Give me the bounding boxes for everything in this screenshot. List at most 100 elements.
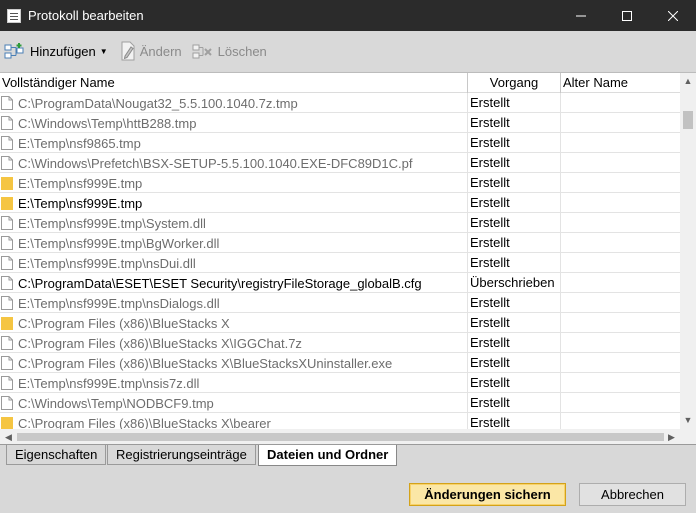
cell-full-name: C:\Windows\Prefetch\BSX-SETUP-5.5.100.10… <box>0 153 468 173</box>
vertical-scrollbar[interactable]: ▲ ▼ <box>680 73 696 429</box>
file-icon <box>1 156 13 170</box>
minimize-icon <box>576 15 586 16</box>
maximize-button[interactable] <box>604 0 650 31</box>
cell-old-name <box>561 293 680 313</box>
cell-old-name <box>561 273 680 293</box>
table-row[interactable]: E:\Temp\nsf999E.tmp Erstellt <box>0 193 680 213</box>
maximize-icon <box>622 10 632 21</box>
file-icon <box>1 376 13 390</box>
close-icon <box>668 10 678 21</box>
cell-operation: Erstellt <box>468 93 561 113</box>
cell-operation: Erstellt <box>468 373 561 393</box>
full-name-text: C:\Windows\Prefetch\BSX-SETUP-5.5.100.10… <box>18 155 413 171</box>
tab-properties[interactable]: Eigenschaften <box>6 445 107 465</box>
column-header-full-name[interactable]: Vollständiger Name <box>0 73 468 93</box>
edit-button[interactable]: Ändern <box>116 38 186 64</box>
table-row[interactable]: C:\Windows\Temp\NODBCF9.tmp Erstellt <box>0 393 680 413</box>
cell-operation: Erstellt <box>468 413 561 429</box>
full-name-text: E:\Temp\nsf999E.tmp <box>18 175 143 191</box>
horizontal-scrollbar[interactable]: ◀ ▶ <box>0 429 680 445</box>
cell-operation: Erstellt <box>468 233 561 253</box>
file-icon <box>1 356 13 370</box>
cell-operation: Erstellt <box>468 213 561 233</box>
minimize-button[interactable] <box>558 0 604 31</box>
table-row[interactable]: E:\Temp\nsf999E.tmp\nsDialogs.dll Erstell… <box>0 293 680 313</box>
cell-full-name: E:\Temp\nsf999E.tmp\nsis7z.dll <box>0 373 468 393</box>
horizontal-scroll-thumb[interactable] <box>17 433 664 441</box>
delete-entry-icon <box>192 44 212 59</box>
cell-old-name <box>561 213 680 233</box>
full-name-text: C:\Program Files (x86)\BlueStacks X\bear… <box>18 415 271 430</box>
cell-operation: Erstellt <box>468 133 561 153</box>
cell-old-name <box>561 373 680 393</box>
file-list[interactable]: Vollständiger Name Vorgang Alter Name C:… <box>0 72 696 445</box>
title-bar: Protokoll bearbeiten <box>0 0 696 31</box>
scroll-right-icon[interactable]: ▶ <box>663 429 680 445</box>
cell-old-name <box>561 253 680 273</box>
cell-old-name <box>561 413 680 429</box>
table-row[interactable]: C:\Windows\Temp\httB288.tmp Erstellt <box>0 113 680 133</box>
table-row[interactable]: C:\Program Files (x86)\BlueStacks X\IGGC… <box>0 333 680 353</box>
table-row[interactable]: E:\Temp\nsf999E.tmp\nsDui.dll Erstellt <box>0 253 680 273</box>
file-icon <box>1 296 13 310</box>
file-icon <box>1 336 13 350</box>
table-row[interactable]: E:\Temp\nsf9865.tmp Erstellt <box>0 133 680 153</box>
table-row[interactable]: E:\Temp\nsf999E.tmp Erstellt <box>0 173 680 193</box>
cell-operation: Erstellt <box>468 253 561 273</box>
save-changes-button[interactable]: Änderungen sichern <box>409 483 566 506</box>
full-name-text: C:\ProgramData\Nougat32_5.5.100.1040.7z.… <box>18 95 298 111</box>
table-row[interactable]: E:\Temp\nsf999E.tmp\System.dll Erstellt <box>0 213 680 233</box>
table-row[interactable]: C:\Program Files (x86)\BlueStacks X\bear… <box>0 413 680 429</box>
column-header-old-name[interactable]: Alter Name <box>561 73 680 93</box>
dropdown-arrow-icon: ▼ <box>99 46 108 56</box>
cell-old-name <box>561 173 680 193</box>
cell-operation: Überschrieben <box>468 273 561 293</box>
full-name-text: E:\Temp\nsf999E.tmp\nsis7z.dll <box>18 375 200 391</box>
cell-old-name <box>561 333 680 353</box>
vertical-scroll-thumb[interactable] <box>683 111 693 129</box>
scroll-up-icon[interactable]: ▲ <box>680 73 696 90</box>
table-row[interactable]: C:\Program Files (x86)\BlueStacks X Erste… <box>0 313 680 333</box>
file-icon <box>1 96 13 110</box>
table-row[interactable]: E:\Temp\nsf999E.tmp\BgWorker.dll Erstellt <box>0 233 680 253</box>
cell-full-name: E:\Temp\nsf9865.tmp <box>0 133 468 153</box>
cancel-button[interactable]: Abbrechen <box>579 483 686 506</box>
file-icon <box>1 256 13 270</box>
cell-operation: Erstellt <box>468 393 561 413</box>
window-controls <box>558 0 696 31</box>
table-row[interactable]: C:\ProgramData\Nougat32_5.5.100.1040.7z.… <box>0 93 680 113</box>
delete-button[interactable]: Löschen <box>188 38 271 64</box>
list-rows: C:\ProgramData\Nougat32_5.5.100.1040.7z.… <box>0 93 680 429</box>
cell-full-name: C:\Program Files (x86)\BlueStacks X\bear… <box>0 413 468 429</box>
full-name-text: C:\Program Files (x86)\BlueStacks X\IGGC… <box>18 335 302 351</box>
add-button[interactable]: Hinzufügen ▼ <box>0 38 112 64</box>
cell-full-name: E:\Temp\nsf999E.tmp\BgWorker.dll <box>0 233 468 253</box>
full-name-text: E:\Temp\nsf999E.tmp\nsDialogs.dll <box>18 295 220 311</box>
cell-full-name: E:\Temp\nsf999E.tmp <box>0 193 468 213</box>
close-button[interactable] <box>650 0 696 31</box>
tab-files-and-folders[interactable]: Dateien und Ordner <box>258 445 398 466</box>
cell-old-name <box>561 113 680 133</box>
cell-old-name <box>561 393 680 413</box>
cell-full-name: E:\Temp\nsf999E.tmp\nsDui.dll <box>0 253 468 273</box>
column-header-operation[interactable]: Vorgang <box>468 73 561 93</box>
table-row[interactable]: C:\Windows\Prefetch\BSX-SETUP-5.5.100.10… <box>0 153 680 173</box>
app-icon <box>7 8 21 23</box>
scroll-left-icon[interactable]: ◀ <box>0 429 17 445</box>
full-name-text: C:\Program Files (x86)\BlueStacks X <box>18 315 230 331</box>
cell-full-name: C:\Windows\Temp\httB288.tmp <box>0 113 468 133</box>
full-name-text: C:\Program Files (x86)\BlueStacks X\Blue… <box>18 355 393 371</box>
cell-full-name: E:\Temp\nsf999E.tmp\nsDialogs.dll <box>0 293 468 313</box>
cell-operation: Erstellt <box>468 353 561 373</box>
cell-operation: Erstellt <box>468 113 561 133</box>
full-name-text: E:\Temp\nsf9865.tmp <box>18 135 141 151</box>
table-row[interactable]: C:\Program Files (x86)\BlueStacks X\Blue… <box>0 353 680 373</box>
scroll-down-icon[interactable]: ▼ <box>680 412 696 429</box>
tab-registry-entries[interactable]: Registrierungseinträge <box>107 445 256 465</box>
cell-full-name: E:\Temp\nsf999E.tmp\System.dll <box>0 213 468 233</box>
cell-old-name <box>561 133 680 153</box>
table-row[interactable]: C:\ProgramData\ESET\ESET Security\regist… <box>0 273 680 293</box>
table-row[interactable]: E:\Temp\nsf999E.tmp\nsis7z.dll Erstellt <box>0 373 680 393</box>
cell-full-name: E:\Temp\nsf999E.tmp <box>0 173 468 193</box>
full-name-text: E:\Temp\nsf999E.tmp <box>18 195 143 211</box>
